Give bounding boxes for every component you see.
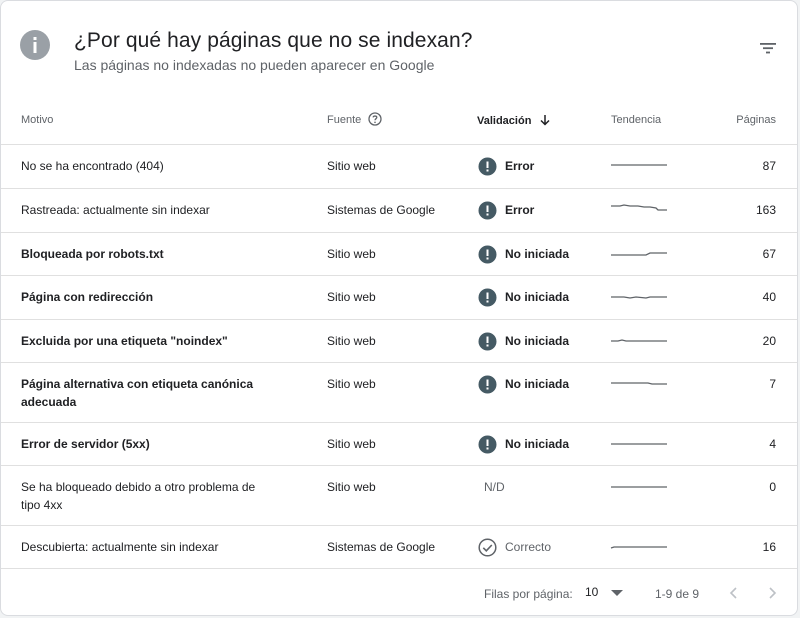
trend-sparkline [611, 204, 667, 211]
row-motivo: No se ha encontrado (404) [21, 159, 164, 173]
column-validacion[interactable]: Validación [477, 114, 551, 127]
sort-arrow-down-icon [540, 115, 551, 126]
table-row[interactable]: Se ha bloqueado debido a otro problema d… [1, 466, 797, 526]
trend-sparkline [611, 486, 667, 488]
row-pages-count: 40 [762, 290, 776, 304]
check-circle-icon [478, 537, 497, 557]
row-motivo: Bloqueada por robots.txt [21, 247, 164, 261]
error-icon [478, 157, 497, 175]
trend-sparkline [611, 252, 667, 256]
chevron-right-icon [769, 587, 777, 599]
row-pages-count: 16 [762, 540, 776, 554]
row-motivo: Página alternativa con etiqueta canónica… [21, 377, 254, 409]
row-pages-count: 4 [769, 437, 776, 451]
table-row[interactable]: Página con redirección Sitio web No inici… [1, 276, 797, 320]
row-fuente: Sistemas de Google [327, 540, 436, 554]
card-header: ¿Por qué hay páginas que no se indexan? … [1, 1, 797, 97]
trend-sparkline [611, 382, 667, 385]
table-row[interactable]: Excluida por una etiqueta "noindex" Sitio… [1, 320, 797, 363]
trend-sparkline [611, 164, 667, 166]
column-validacion-label: Validación [477, 115, 532, 127]
row-motivo: Error de servidor (5xx) [21, 437, 150, 451]
row-status-text: No iniciada [505, 377, 570, 391]
error-icon [478, 201, 497, 219]
row-status-text: Error [505, 203, 535, 217]
trend-sparkline [611, 443, 667, 445]
filter-icon [760, 43, 776, 54]
table-row[interactable]: Página alternativa con etiqueta canónica… [1, 363, 797, 423]
row-pages-count: 20 [762, 334, 776, 348]
row-pages-count: 67 [762, 247, 776, 261]
table-row[interactable]: Error de servidor (5xx) Sitio web No inic… [1, 423, 797, 466]
row-fuente: Sistemas de Google [327, 203, 436, 217]
row-status-text: No iniciada [505, 290, 570, 304]
table-row[interactable]: Rastreada: actualmente sin indexar Sistem… [1, 189, 797, 233]
column-fuente[interactable]: Fuente [327, 114, 361, 126]
column-paginas[interactable]: Páginas [736, 114, 776, 126]
row-fuente: Sitio web [327, 290, 376, 304]
trend-sparkline [610, 546, 667, 549]
rows-per-page-label: Filas por página: [484, 587, 573, 601]
error-icon [478, 288, 497, 306]
table-row[interactable]: No se ha encontrado (404) Sitio web Error… [1, 145, 797, 189]
error-icon [478, 375, 497, 393]
table-row[interactable]: Bloqueada por robots.txt Sitio web No ini… [1, 233, 797, 276]
next-page-button[interactable] [762, 583, 782, 603]
previous-page-button[interactable] [724, 583, 744, 603]
row-motivo: Se ha bloqueado debido a otro problema d… [21, 480, 256, 512]
row-motivo: Rastreada: actualmente sin indexar [21, 203, 210, 217]
column-motivo[interactable]: Motivo [21, 114, 53, 126]
row-fuente: Sitio web [327, 437, 376, 451]
column-tendencia: Tendencia [611, 114, 662, 126]
chevron-left-icon [729, 587, 737, 599]
row-motivo: Excluida por una etiqueta "noindex" [21, 334, 228, 348]
help-icon[interactable] [368, 112, 382, 126]
row-pages-count: 163 [755, 203, 776, 217]
info-icon [20, 30, 50, 60]
trend-sparkline [611, 296, 667, 299]
row-motivo: Página con redirección [21, 290, 154, 304]
row-fuente: Sitio web [327, 334, 376, 348]
row-fuente: Sitio web [327, 247, 376, 261]
row-status-text: No iniciada [505, 334, 570, 348]
error-icon [478, 435, 497, 453]
row-motivo: Descubierta: actualmente sin indexar [21, 540, 219, 554]
filter-button[interactable] [753, 33, 783, 63]
dropdown-caret-icon[interactable] [611, 590, 623, 596]
error-icon [478, 332, 497, 350]
row-status-text: No iniciada [505, 247, 570, 261]
page-title: ¿Por qué hay páginas que no se indexan? [74, 29, 473, 52]
row-fuente: Sitio web [327, 480, 376, 494]
pagination-footer: Filas por página: 10 1-9 de 9 [1, 569, 797, 615]
row-status-text: No iniciada [505, 437, 570, 451]
page-subtitle: Las páginas no indexadas no pueden apare… [74, 57, 435, 73]
rows-per-page-select[interactable]: 10 [585, 585, 598, 599]
row-pages-count: 87 [762, 159, 776, 173]
trend-sparkline [611, 339, 667, 342]
table-header: Motivo Fuente Validación Tendencia Págin… [1, 97, 797, 145]
row-status-text: N/D [484, 480, 505, 494]
row-fuente: Sitio web [327, 159, 376, 173]
indexing-issues-card: ¿Por qué hay páginas que no se indexan? … [0, 0, 798, 616]
row-pages-count: 7 [769, 377, 776, 391]
row-status-text: Correcto [505, 540, 552, 554]
row-status-text: Error [505, 159, 535, 173]
table-row[interactable]: Descubierta: actualmente sin indexar Sist… [1, 526, 797, 569]
row-pages-count: 0 [769, 480, 776, 494]
row-fuente: Sitio web [327, 377, 376, 391]
page-range: 1-9 de 9 [655, 587, 700, 601]
error-icon [478, 245, 497, 263]
